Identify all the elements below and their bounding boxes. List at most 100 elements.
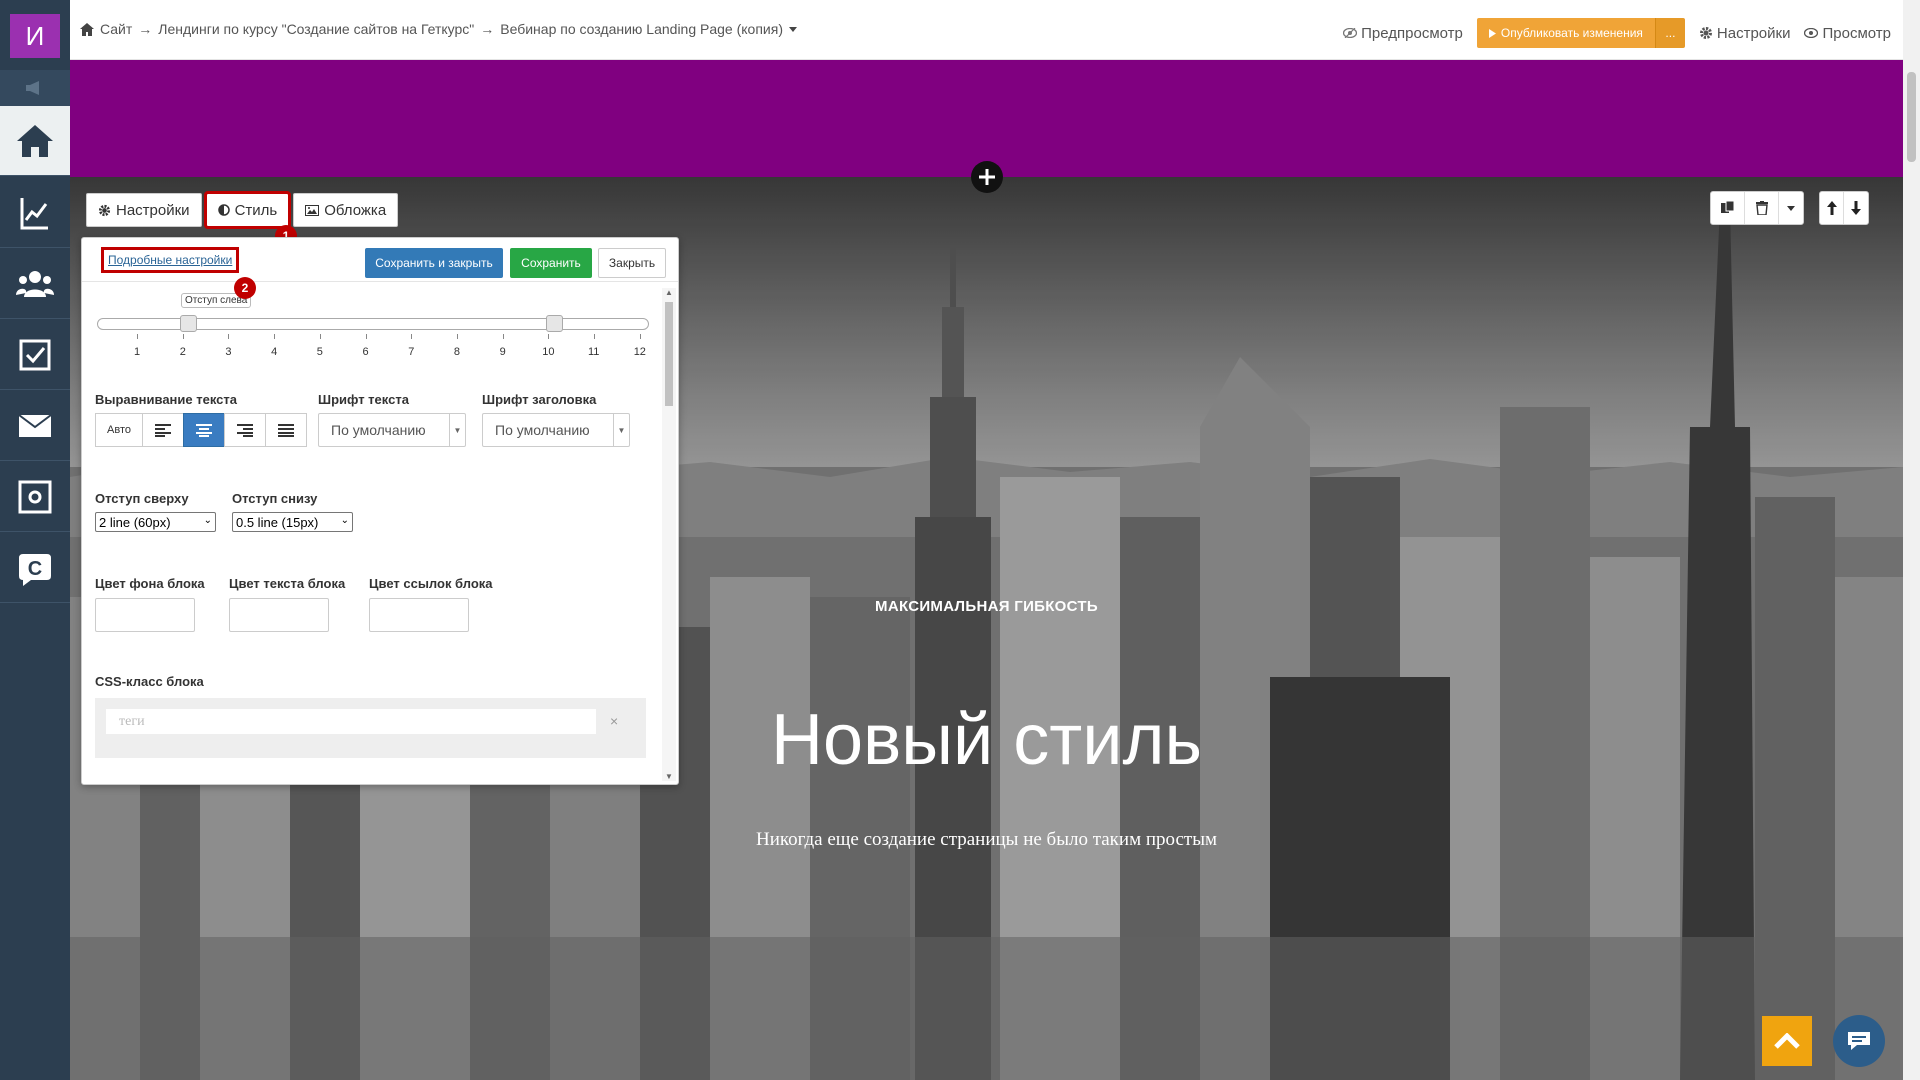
delete-block-button[interactable]: [1745, 192, 1779, 224]
padding-top-select[interactable]: 2 line (60px) ⌄: [95, 512, 216, 532]
app-logo[interactable]: И: [10, 14, 60, 58]
block-move-toolbar: [1819, 191, 1869, 225]
page-scrollbar[interactable]: [1903, 0, 1920, 1080]
align-right-button[interactable]: [224, 413, 266, 447]
slider-tick-label: 1: [134, 346, 141, 358]
home-icon: [80, 22, 94, 36]
heading-font-select[interactable]: По умолчанию ▼: [482, 413, 630, 447]
align-justify-icon: [278, 423, 294, 437]
gear-icon: [98, 204, 111, 216]
sidebar-item-settings[interactable]: [0, 462, 70, 532]
text-font-label: Шрифт текста: [318, 392, 409, 407]
slider-tick-mark: [456, 334, 458, 339]
svg-text:C: C: [28, 558, 42, 580]
heading-font-value: По умолчанию: [495, 422, 590, 438]
move-down-button[interactable]: [1844, 192, 1868, 224]
save-button[interactable]: Сохранить: [510, 248, 592, 278]
close-button[interactable]: Закрыть: [598, 248, 666, 278]
align-justify-button[interactable]: [265, 413, 307, 447]
align-auto-button[interactable]: Авто: [95, 413, 143, 447]
tab-settings[interactable]: Настройки: [86, 193, 202, 227]
heading-font-label: Шрифт заголовка: [482, 392, 597, 407]
sidebar-item-home[interactable]: [0, 106, 70, 176]
tab-settings-label: Настройки: [116, 201, 190, 219]
text-font-select[interactable]: По умолчанию ▼: [318, 413, 466, 447]
tab-style[interactable]: Стиль: [203, 191, 292, 229]
slider-tick-mark: [182, 334, 184, 339]
align-left-button[interactable]: [142, 413, 184, 447]
panel-header: Подробные настройки Сохранить и закрыть …: [82, 238, 678, 282]
padding-top-value: 2 line (60px): [99, 514, 171, 530]
preview-label: Предпросмотр: [1361, 24, 1463, 42]
top-bar: Сайт → Лендинги по курсу "Создание сайто…: [70, 0, 1903, 60]
bg-color-input[interactable]: [95, 598, 195, 632]
scroll-up-arrow-icon[interactable]: ▲: [665, 288, 673, 297]
block-tabs: Настройки Стиль Обложка: [86, 191, 399, 229]
view-button[interactable]: Просмотр: [1804, 25, 1891, 42]
scroll-to-top-button[interactable]: [1762, 1016, 1812, 1066]
padding-bottom-label: Отступ снизу: [232, 491, 318, 506]
page-scroll-thumb[interactable]: [1907, 72, 1916, 162]
breadcrumb: Сайт → Лендинги по курсу "Создание сайто…: [80, 21, 797, 37]
caret-down-icon[interactable]: [788, 26, 797, 32]
block-menu-button[interactable]: [1779, 192, 1803, 224]
link-color-input[interactable]: [369, 598, 469, 632]
align-center-button[interactable]: [183, 413, 225, 447]
copy-block-button[interactable]: [1711, 192, 1745, 224]
trash-icon: [1755, 201, 1768, 215]
settings-monitor-icon: [18, 480, 52, 513]
play-icon: [1488, 28, 1496, 38]
panel-scrollbar[interactable]: ▲ ▼: [662, 288, 676, 781]
slider-tick-label: 8: [453, 346, 461, 358]
panel-scroll-thumb[interactable]: [665, 302, 673, 406]
save-and-close-button[interactable]: Сохранить и закрыть: [365, 248, 503, 278]
image-icon: [305, 204, 320, 216]
sidebar-item-users[interactable]: [0, 249, 70, 319]
breadcrumb-landings[interactable]: Лендинги по курсу "Создание сайтов на Ге…: [158, 21, 474, 37]
tab-style-label: Стиль: [234, 201, 278, 219]
tab-cover[interactable]: Обложка: [293, 193, 399, 227]
slider-left-handle[interactable]: [180, 315, 197, 332]
hero-subtitle[interactable]: Никогда еще создание страницы не было та…: [70, 829, 1903, 851]
chevron-down-icon: ⌄: [340, 515, 349, 526]
slider-tick-label: 11: [588, 346, 600, 358]
slider-tick-label: 6: [362, 346, 369, 358]
checkbox-icon: [19, 339, 51, 370]
clear-tags-icon[interactable]: ×: [610, 713, 618, 729]
publish-more-button[interactable]: ...: [1654, 18, 1685, 48]
sidebar-item-getcourse[interactable]: C: [0, 533, 70, 603]
sidebar-item-mail[interactable]: [0, 391, 70, 461]
css-class-tags-input[interactable]: теги: [106, 709, 596, 734]
settings-button[interactable]: Настройки: [1699, 24, 1791, 42]
preview-button[interactable]: Предпросмотр: [1343, 25, 1463, 42]
announcements-button[interactable]: [0, 70, 70, 106]
breadcrumb-site[interactable]: Сайт: [100, 21, 132, 37]
publish-label: Опубликовать изменения: [1500, 26, 1643, 40]
text-color-input[interactable]: [229, 598, 329, 632]
copy-icon: [1720, 201, 1734, 213]
sidebar-item-tasks[interactable]: [0, 320, 70, 390]
link-color-label: Цвет ссылок блока: [369, 576, 493, 591]
annotation-badge-2: 2: [234, 277, 256, 299]
breadcrumb-page[interactable]: Вебинар по созданию Landing Page (копия): [500, 21, 783, 37]
slider-tick-label: 3: [225, 346, 232, 358]
users-icon: [16, 270, 54, 297]
advanced-settings-link[interactable]: Подробные настройки: [100, 247, 240, 273]
breadcrumb-separator: →: [480, 21, 495, 37]
slider-tick-label: 2: [179, 346, 186, 358]
sidebar-item-stats[interactable]: [0, 178, 70, 248]
scroll-down-arrow-icon[interactable]: ▼: [665, 772, 673, 781]
settings-label: Настройки: [1716, 24, 1791, 42]
view-label: Просмотр: [1822, 24, 1891, 42]
add-block-button[interactable]: [971, 161, 1003, 193]
publish-group: Опубликовать изменения ...: [1476, 18, 1685, 48]
publish-button[interactable]: Опубликовать изменения: [1476, 18, 1655, 48]
plus-icon: [979, 169, 995, 185]
slider-right-handle[interactable]: [546, 315, 563, 332]
bg-color-label: Цвет фона блока: [95, 576, 205, 591]
padding-bottom-select[interactable]: 0.5 line (15px) ⌄: [232, 512, 353, 532]
slider-tick-label: 12: [633, 346, 646, 358]
chat-button[interactable]: [1833, 1015, 1885, 1067]
move-up-button[interactable]: [1820, 192, 1844, 224]
purple-section[interactable]: [70, 60, 1903, 177]
